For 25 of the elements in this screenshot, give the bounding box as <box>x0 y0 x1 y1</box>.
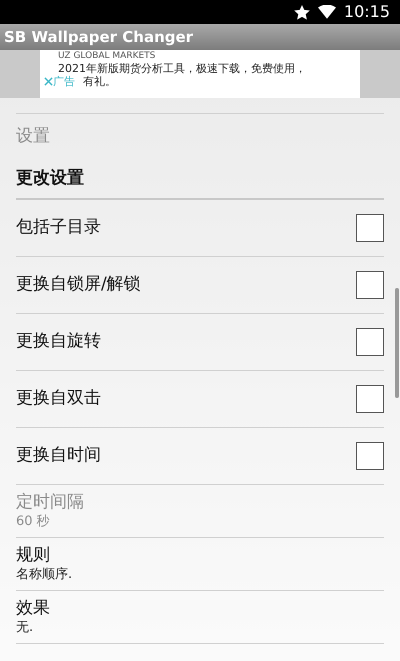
advertiser-name: UZ GLOBAL MARKETS <box>58 51 156 62</box>
setting-title: 效果 <box>16 597 51 619</box>
setting-title: 包括子目录 <box>16 216 101 240</box>
checkbox[interactable] <box>356 271 384 299</box>
setting-title: 定时间隔 <box>16 491 85 513</box>
star-icon <box>294 4 310 20</box>
setting-summary: 名称顺序. <box>16 566 74 584</box>
setting-summary: 60 秒 <box>16 513 51 531</box>
category-title: 设置 <box>16 125 51 148</box>
setting-summary: 无. <box>16 619 34 637</box>
section-title: 更改设置 <box>16 160 384 200</box>
checkbox[interactable] <box>356 328 384 356</box>
status-time: 10:15 <box>344 1 390 23</box>
setting-title: 更换自旋转 <box>16 330 101 354</box>
window-title: SB Wallpaper Changer <box>4 28 194 46</box>
checkbox[interactable] <box>356 214 384 242</box>
setting-title: 更换自时间 <box>16 444 101 468</box>
ad-text: 2021年新版期货分析工具，极速下载，免费使用， <box>58 62 307 75</box>
ad-text: 有礼。 <box>83 75 116 88</box>
checkbox[interactable] <box>356 385 384 413</box>
setting-title: 规则 <box>16 544 51 566</box>
wifi-icon <box>318 5 336 19</box>
checkbox[interactable] <box>356 442 384 470</box>
setting-title: 更换自双击 <box>16 387 101 410</box>
setting-title: 更换自锁屏/解锁 <box>16 273 141 296</box>
